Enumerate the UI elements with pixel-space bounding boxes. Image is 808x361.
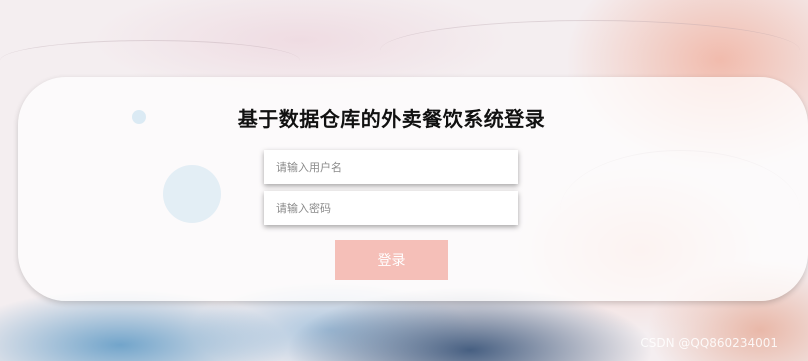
username-input[interactable] xyxy=(264,150,518,184)
login-title: 基于数据仓库的外卖餐饮系统登录 xyxy=(237,107,546,131)
background-vein xyxy=(380,20,800,81)
watermark-text: CSDN @QQ860234001 xyxy=(640,336,778,350)
decorative-bubble xyxy=(163,165,221,223)
login-button[interactable]: 登录 xyxy=(335,240,448,280)
background-vein xyxy=(0,40,300,81)
login-page: 基于数据仓库的外卖餐饮系统登录 登录 CSDN @QQ860234001 xyxy=(0,0,808,361)
password-input[interactable] xyxy=(264,191,518,225)
